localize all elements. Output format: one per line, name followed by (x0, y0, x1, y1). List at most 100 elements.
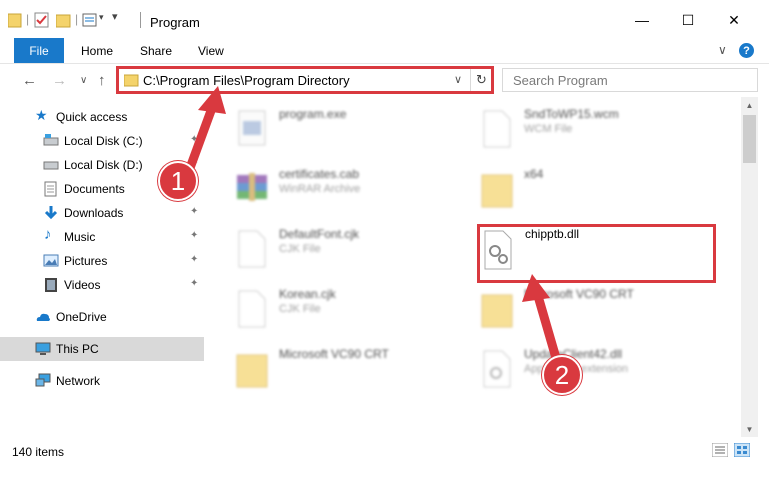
sidebar-item-label: Quick access (56, 110, 128, 124)
file-icon (238, 290, 266, 328)
sidebar-item-label: Network (56, 374, 101, 388)
vertical-scrollbar[interactable]: ▲ ▼ (741, 97, 758, 437)
sidebar-item-onedrive[interactable]: OneDrive (0, 305, 204, 329)
tab-share[interactable]: Share (140, 44, 172, 58)
pictures-icon (43, 254, 59, 267)
window-title: Program (150, 15, 200, 30)
address-bar-highlight (116, 66, 494, 94)
search-box[interactable]: Search Program (502, 68, 758, 92)
file-name: Korean.cjk (279, 287, 336, 301)
folder-icon (236, 354, 268, 388)
sidebar-item-quick-access[interactable]: ★ Quick access (0, 105, 204, 129)
folder-name: Microsoft VC90 CRT (279, 347, 389, 361)
file-type: CJK File (279, 243, 321, 255)
expand-ribbon-icon[interactable]: ∨ (718, 43, 727, 57)
folder-icon (481, 174, 513, 208)
file-type: WCM File (524, 123, 573, 135)
pin-icon: ✦ (190, 206, 199, 217)
sidebar-item-label: Music (64, 230, 96, 244)
ribbon: File Home Share View ∨ ? (0, 38, 769, 64)
cloud-icon (36, 313, 50, 321)
sidebar-item-label: Videos (64, 278, 101, 292)
pin-icon: ✦ (190, 254, 199, 265)
file-icon (238, 230, 266, 268)
new-folder-icon[interactable] (56, 12, 72, 28)
sidebar-item-label: Local Disk (C:) (64, 134, 143, 148)
sidebar-item-label: OneDrive (56, 310, 107, 324)
downloads-icon (44, 206, 58, 220)
close-button[interactable]: ✕ (720, 8, 748, 32)
sidebar-item-pictures[interactable]: Pictures ✦ (0, 249, 204, 273)
minimize-button[interactable]: — (628, 8, 656, 32)
pin-icon: ✦ (190, 278, 199, 289)
archive-file-icon (237, 173, 267, 201)
sidebar-item-local-disk-c[interactable]: Local Disk (C:) ✦ (0, 129, 204, 153)
view-details-icon[interactable] (82, 12, 98, 28)
maximize-button[interactable]: ☐ (674, 8, 702, 32)
up-button[interactable]: ↑ (98, 72, 106, 89)
file-item[interactable]: SndToWP15.wcm WCM File (480, 105, 730, 155)
scroll-down-button[interactable]: ▼ (741, 421, 758, 437)
customize-toolbar-icon[interactable]: ▾ (112, 10, 118, 23)
file-item[interactable]: Korean.cjk CJK File (235, 285, 485, 335)
drive-icon (43, 134, 59, 146)
file-type: WinRAR Archive (279, 183, 361, 195)
sidebar-item-downloads[interactable]: Downloads ✦ (0, 201, 204, 225)
documents-icon (44, 181, 57, 197)
file-item[interactable]: certificates.cab WinRAR Archive (235, 165, 485, 215)
help-icon[interactable]: ? (739, 43, 754, 58)
star-icon: ★ (35, 107, 48, 123)
sidebar-item-videos[interactable]: Videos ✦ (0, 273, 204, 297)
properties-icon[interactable] (34, 12, 50, 28)
folder-item[interactable]: x64 (480, 165, 730, 215)
search-input[interactable]: Search Program (513, 73, 608, 88)
file-name: DefaultFont.cjk (279, 227, 360, 241)
separator: | (26, 12, 30, 26)
file-item[interactable]: program.exe (235, 105, 485, 155)
item-count: 140 items (12, 445, 65, 459)
folder-icon (481, 294, 513, 328)
sidebar-item-label: Pictures (64, 254, 108, 268)
tab-file[interactable]: File (14, 38, 64, 63)
folder-item[interactable]: Microsoft VC90 CRT (235, 345, 485, 395)
sidebar-item-label: Documents (64, 182, 125, 196)
file-type: CJK File (279, 303, 321, 315)
file-name: SndToWP15.wcm (524, 107, 619, 121)
step-1-badge: 1 (158, 161, 198, 201)
tab-view[interactable]: View (198, 44, 224, 58)
title-separator (140, 12, 141, 28)
title-bar: | | ▾ ▾ Program — ☐ ✕ (0, 0, 769, 38)
scroll-up-button[interactable]: ▲ (741, 97, 758, 113)
drive-icon (43, 161, 59, 170)
file-icon (483, 110, 511, 148)
file-name: certificates.cab (279, 167, 360, 181)
network-icon (35, 373, 51, 387)
sidebar-item-label: This PC (56, 342, 99, 356)
step-2-badge: 2 (542, 355, 582, 395)
navigation-pane: ★ Quick access Local Disk (C:) ✦ Local D… (0, 97, 205, 437)
sidebar-item-this-pc[interactable]: This PC (0, 337, 204, 361)
pin-icon: ✦ (190, 134, 199, 145)
tab-home[interactable]: Home (81, 44, 113, 58)
folder-name: Microsoft VC90 CRT (524, 287, 634, 301)
dll-file-icon (483, 350, 511, 388)
file-item[interactable]: UpdateClient42.dll Application extension (480, 345, 730, 395)
music-icon: ♪ (44, 226, 52, 243)
pin-icon: ✦ (190, 230, 199, 241)
exe-file-icon (238, 110, 266, 146)
sidebar-item-network[interactable]: Network (0, 369, 204, 393)
quick-access-dropdown-icon[interactable]: ▾ (99, 12, 104, 23)
forward-button[interactable]: → (52, 72, 67, 89)
back-button[interactable]: ← (22, 72, 37, 89)
large-icons-view-icon[interactable] (734, 443, 750, 457)
sidebar-item-music[interactable]: ♪ Music ✦ (0, 225, 204, 249)
sidebar-item-label: Downloads (64, 206, 124, 220)
folder-item[interactable]: Microsoft VC90 CRT (480, 285, 730, 335)
folder-icon[interactable] (8, 12, 22, 28)
file-item[interactable]: DefaultFont.cjk CJK File (235, 225, 485, 275)
computer-icon (35, 342, 51, 355)
sidebar-item-label: Local Disk (D:) (64, 158, 143, 172)
recent-locations-button[interactable]: ∨ (80, 75, 87, 86)
details-view-icon[interactable] (712, 443, 728, 457)
scroll-thumb[interactable] (743, 115, 756, 163)
